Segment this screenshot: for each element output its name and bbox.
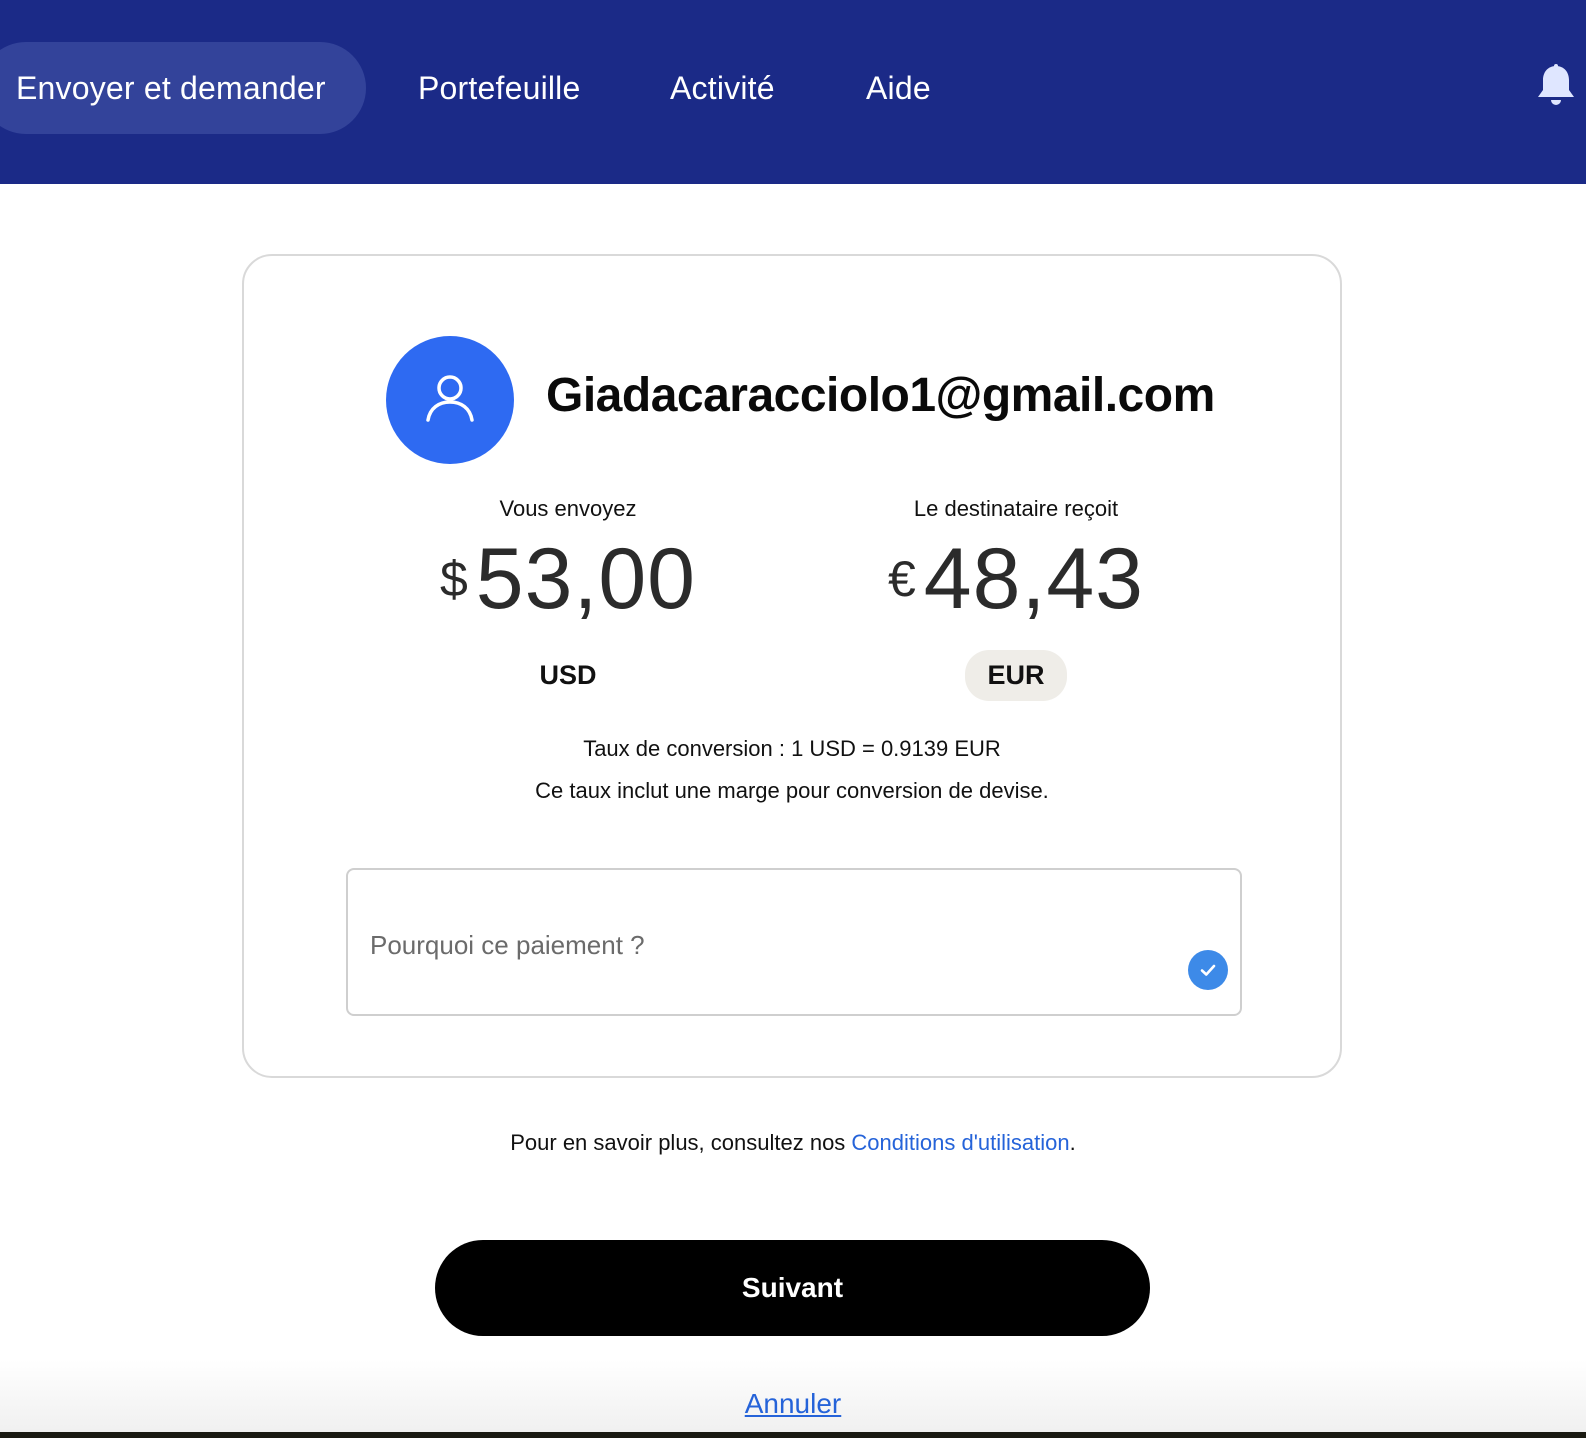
- nav-item-help[interactable]: Aide: [866, 42, 931, 134]
- terms-link[interactable]: Conditions d'utilisation: [851, 1130, 1069, 1155]
- send-amount[interactable]: $ 53,00: [348, 536, 788, 622]
- top-nav: Envoyer et demander Portefeuille Activit…: [0, 0, 1586, 184]
- cancel-link[interactable]: Annuler: [745, 1388, 842, 1419]
- recipient-email: Giadacaracciolo1@gmail.com: [546, 369, 1215, 422]
- cancel-area: Annuler: [0, 1388, 1586, 1420]
- nav-item-wallet[interactable]: Portefeuille: [418, 42, 581, 134]
- check-icon: [1188, 950, 1228, 990]
- payment-reason-field[interactable]: [346, 868, 1242, 1016]
- receive-label: Le destinataire reçoit: [913, 496, 1119, 521]
- nav-item-label: Portefeuille: [418, 69, 581, 106]
- user-icon: [420, 368, 480, 433]
- payment-reason-input[interactable]: [370, 930, 1150, 961]
- nav-item-activity[interactable]: Activité: [670, 42, 775, 134]
- nav-item-label: Activité: [670, 69, 775, 106]
- next-button[interactable]: Suivant: [435, 1240, 1150, 1336]
- send-currency-symbol: $: [439, 551, 468, 607]
- recipient-avatar: [386, 336, 514, 464]
- bell-icon[interactable]: [1536, 64, 1576, 108]
- terms-note: Pour en savoir plus, consultez nos Condi…: [0, 1130, 1586, 1156]
- bottom-strip: [0, 1432, 1586, 1438]
- receive-currency-symbol: €: [887, 551, 916, 607]
- payment-card: Giadacaracciolo1@gmail.com Vous envoyez …: [242, 254, 1342, 1078]
- nav-item-send-request[interactable]: Envoyer et demander: [0, 42, 366, 134]
- send-currency-code: USD: [539, 660, 597, 690]
- nav-item-label: Envoyer et demander: [16, 69, 326, 106]
- send-label: Vous envoyez: [499, 496, 637, 521]
- receive-amount-value: 48,43: [923, 531, 1145, 627]
- send-amount-section: Vous envoyez $ 53,00 USD: [348, 496, 788, 701]
- terms-suffix: .: [1069, 1130, 1076, 1155]
- receive-amount-section: Le destinataire reçoit € 48,43 EUR: [796, 496, 1236, 701]
- terms-prefix: Pour en savoir plus, consultez nos: [510, 1130, 852, 1155]
- send-amount-value: 53,00: [475, 531, 697, 627]
- conversion-rate: Taux de conversion : 1 USD = 0.9139 EUR: [583, 736, 1001, 761]
- conversion-margin-note: Ce taux inclut une marge pour conversion…: [535, 778, 1049, 803]
- receive-amount: € 48,43: [796, 536, 1236, 622]
- nav-item-label: Aide: [866, 69, 931, 106]
- receive-currency-selector[interactable]: EUR: [965, 650, 1067, 701]
